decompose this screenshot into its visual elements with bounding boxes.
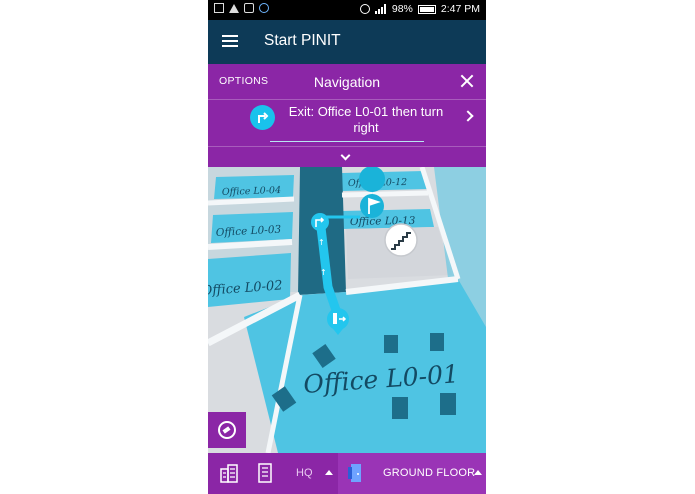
- alert-notification-icon: [229, 3, 239, 13]
- navigation-panel: Navigation OPTIONS Exit: Office L0-01 th…: [208, 64, 486, 167]
- sync-notification-icon: [259, 3, 269, 13]
- hamburger-menu-icon[interactable]: [222, 35, 238, 47]
- floor-door-icon: [348, 464, 361, 482]
- notification-icons: [214, 3, 269, 13]
- status-bar: 98% 2:47 PM: [208, 0, 486, 20]
- clock: 2:47 PM: [440, 3, 480, 15]
- route-instruction: Exit: Office L0-01 then turn right: [288, 104, 444, 135]
- turn-right-icon: [311, 213, 329, 231]
- options-button[interactable]: OPTIONS: [219, 75, 268, 87]
- battery-percent: 98%: [391, 3, 413, 15]
- bottom-bar: HQ GROUND FLOOR: [208, 453, 486, 494]
- app-bar: Start PINIT: [208, 20, 486, 64]
- phone-screen: 98% 2:47 PM Start PINIT Navigation OPTIO…: [208, 0, 486, 494]
- buildings-icon[interactable]: [220, 463, 238, 483]
- chevron-down-icon[interactable]: [340, 150, 351, 161]
- turn-right-icon: [250, 105, 275, 130]
- building-icon[interactable]: [258, 463, 272, 483]
- floor-label[interactable]: GROUND FLOOR: [383, 467, 475, 479]
- system-status: 98% 2:47 PM: [359, 3, 480, 15]
- instruction-underline: [270, 141, 424, 142]
- close-icon[interactable]: [458, 72, 476, 90]
- battery-icon: [417, 4, 436, 14]
- gallery-notification-icon: [214, 3, 224, 13]
- alarm-icon: [359, 4, 370, 14]
- route-arrow: ↑: [320, 268, 327, 277]
- room-label-l0-04: Office L0-04: [222, 185, 282, 198]
- signal-icon: [374, 4, 387, 14]
- navigation-divider: [208, 146, 486, 147]
- navigation-divider: [208, 99, 486, 100]
- compass-icon[interactable]: [208, 412, 246, 448]
- wall: [341, 190, 429, 198]
- caret-up-icon[interactable]: [325, 470, 333, 475]
- stairs-icon[interactable]: [384, 223, 418, 257]
- building-label[interactable]: HQ: [296, 467, 313, 479]
- caret-up-icon[interactable]: [474, 470, 482, 475]
- route-arrow: ↑: [318, 238, 325, 247]
- chevron-right-icon[interactable]: [462, 110, 474, 122]
- app-title: Start PINIT: [264, 32, 341, 49]
- download-notification-icon: [244, 3, 254, 13]
- indoor-map[interactable]: Office L0-04 Office L0-03 Office L0-02 O…: [208, 167, 486, 453]
